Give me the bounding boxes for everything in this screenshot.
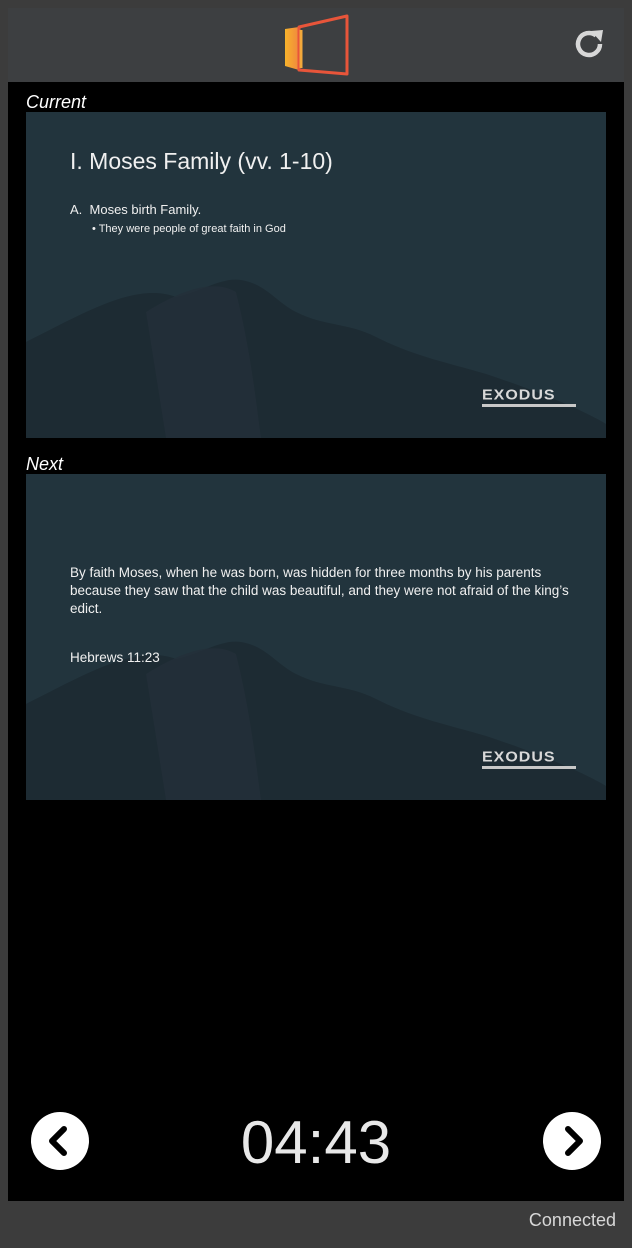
exodus-brand-logo: EXODUS <box>482 749 556 766</box>
exodus-brand-logo: EXODUS <box>482 387 556 404</box>
status-bar: Connected <box>8 1201 624 1240</box>
slide-scripture-text: By faith Moses, when he was born, was hi… <box>70 565 569 616</box>
slide-list-item: A. Moses birth Family. <box>70 202 202 217</box>
slide-title: I. Moses Family (vv. 1-10) <box>70 148 333 174</box>
next-slide-preview[interactable]: By faith Moses, when he was born, was hi… <box>26 474 606 800</box>
next-slide-button[interactable] <box>543 1112 601 1170</box>
previous-slide-button[interactable] <box>31 1112 89 1170</box>
chevron-right-icon <box>565 1126 583 1156</box>
current-label: Current <box>26 92 87 112</box>
app-frame: Current I. Moses Family (vv. 1-10) A. Mo… <box>8 8 624 1240</box>
next-label: Next <box>26 454 64 474</box>
chevron-left-icon <box>49 1126 67 1156</box>
brand-underline <box>482 404 576 407</box>
presentation-timer: 04:43 <box>240 1109 392 1176</box>
refresh-icon[interactable] <box>570 24 610 64</box>
presentation-logo-icon <box>281 14 351 76</box>
current-slide-preview[interactable]: I. Moses Family (vv. 1-10) A. Moses birt… <box>26 112 606 438</box>
slide-bullet: • They were people of great faith in God <box>92 223 286 235</box>
header-bar <box>8 8 624 82</box>
slide-scripture-reference: Hebrews 11:23 <box>70 650 160 665</box>
connection-status: Connected <box>528 1210 616 1230</box>
brand-underline <box>482 766 576 769</box>
